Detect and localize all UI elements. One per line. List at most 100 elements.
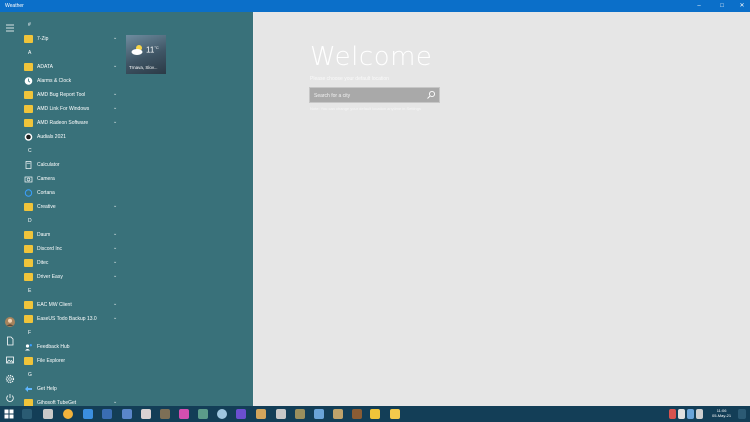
app-icon[interactable]: [160, 409, 170, 419]
file-explorer-icon[interactable]: [370, 409, 380, 419]
app-icon[interactable]: [295, 409, 305, 419]
task-view-icon[interactable]: [22, 409, 32, 419]
group-letter-hash[interactable]: #: [28, 22, 31, 28]
windows-start-icon[interactable]: [4, 409, 14, 419]
calculator-icon: [25, 161, 32, 169]
browser-icon[interactable]: [63, 409, 73, 419]
list-item-amd-radeon-software[interactable]: AMD Radeon Software ⌄: [20, 116, 124, 130]
folder-icon: [24, 105, 33, 113]
chevron-down-icon: ⌄: [113, 259, 118, 265]
window-title: Weather: [5, 3, 24, 9]
app-icon[interactable]: [333, 409, 343, 419]
city-search-box[interactable]: [309, 87, 440, 103]
app-icon[interactable]: [43, 409, 53, 419]
chevron-down-icon: ⌄: [113, 91, 118, 97]
list-item-gihosoft-tubeget[interactable]: Gihosoft TubeGet ⌄: [20, 396, 124, 406]
list-item-easeus-todo-backup[interactable]: EaseUS Todo Backup 13.0 ⌄: [20, 312, 124, 326]
list-item-alarms-clock[interactable]: Alarms & Clock: [20, 74, 124, 88]
chevron-down-icon: ⌄: [113, 301, 118, 307]
weather-live-tile[interactable]: 11°C Trnava, Slov...: [126, 35, 166, 74]
list-item-discord-inc[interactable]: Discord Inc ⌄: [20, 242, 124, 256]
group-letter-e[interactable]: E: [28, 288, 31, 294]
app-icon[interactable]: [390, 409, 400, 419]
list-item-camera[interactable]: Camera: [20, 172, 124, 186]
settings-icon[interactable]: [4, 373, 16, 385]
app-icon[interactable]: [236, 409, 246, 419]
list-item-get-help[interactable]: Get Help: [20, 382, 124, 396]
tray-icon[interactable]: [669, 409, 676, 419]
list-item-calculator[interactable]: Calculator: [20, 158, 124, 172]
alarm-clock-icon: [24, 77, 33, 85]
user-avatar-icon[interactable]: [4, 316, 16, 328]
list-item-label: EAC MW Client: [37, 302, 72, 308]
list-item-daum[interactable]: Daum ⌄: [20, 228, 124, 242]
tray-icon[interactable]: [678, 409, 685, 419]
app-icon[interactable]: [122, 409, 132, 419]
list-item-adata[interactable]: ADATA ⌄: [20, 60, 124, 74]
list-item-feedback-hub[interactable]: Feedback Hub: [20, 340, 124, 354]
folder-icon: [24, 315, 33, 323]
minimize-icon[interactable]: –: [692, 0, 706, 12]
chevron-down-icon: ⌄: [113, 35, 118, 41]
list-item-creative[interactable]: Creative ⌄: [20, 200, 124, 214]
clock-date: 05-May-21: [712, 413, 732, 418]
folder-icon: [24, 399, 33, 406]
folder-icon: [24, 91, 33, 99]
choose-location-text: Please choose your default location: [310, 76, 389, 82]
list-item-cortana[interactable]: Cortana: [20, 186, 124, 200]
camera-icon: [24, 176, 33, 183]
list-item-audials-2021[interactable]: Audials 2021: [20, 130, 124, 144]
list-item-amd-bug-report-tool[interactable]: AMD Bug Report Tool ⌄: [20, 88, 124, 102]
app-icon[interactable]: [83, 409, 93, 419]
chevron-down-icon: ⌄: [113, 399, 118, 405]
list-item-label: Cortana: [37, 190, 55, 196]
chevron-down-icon: ⌄: [113, 119, 118, 125]
app-icon[interactable]: [179, 409, 189, 419]
taskbar: 11:06 05-May-21: [0, 406, 750, 422]
list-item-eac-mw-client[interactable]: EAC MW Client ⌄: [20, 298, 124, 312]
list-item-amd-link[interactable]: AMD Link For Windows ⌄: [20, 102, 124, 116]
group-letter-f[interactable]: F: [28, 330, 31, 336]
start-menu: # 7-Zip ⌄ A ADATA ⌄ Alarms & Clock AMD B…: [0, 12, 253, 406]
documents-icon[interactable]: [4, 335, 16, 347]
folder-icon: [24, 119, 33, 127]
app-icon[interactable]: [141, 409, 151, 419]
notification-icon[interactable]: [738, 409, 746, 419]
taskbar-clock[interactable]: 11:06 05-May-21: [712, 408, 731, 418]
group-letter-g[interactable]: G: [28, 372, 32, 378]
group-letter-c[interactable]: C: [28, 148, 32, 154]
folder-icon: [24, 259, 33, 267]
list-item-label: EaseUS Todo Backup 13.0: [37, 316, 97, 322]
city-search-input[interactable]: [314, 91, 424, 100]
app-icon[interactable]: [276, 409, 286, 419]
app-icon[interactable]: [217, 409, 227, 419]
start-rail: [0, 12, 20, 406]
search-icon[interactable]: [426, 90, 436, 100]
tray-icon[interactable]: [687, 409, 694, 419]
folder-icon: [24, 35, 33, 43]
list-item-file-explorer[interactable]: File Explorer: [20, 354, 124, 368]
chevron-down-icon: ⌄: [113, 105, 118, 111]
group-letter-d[interactable]: D: [28, 218, 32, 224]
tray-icon[interactable]: [696, 409, 703, 419]
chevron-down-icon: ⌄: [113, 273, 118, 279]
power-icon[interactable]: [4, 392, 16, 404]
list-item-label: AMD Bug Report Tool: [37, 92, 86, 98]
app-icon[interactable]: [352, 409, 362, 419]
list-item-7-zip[interactable]: 7-Zip ⌄: [20, 32, 124, 46]
maximize-icon[interactable]: □: [715, 0, 729, 12]
folder-icon: [24, 301, 33, 309]
app-icon[interactable]: [256, 409, 266, 419]
app-icon[interactable]: [102, 409, 112, 419]
hamburger-menu-icon[interactable]: [4, 22, 16, 34]
list-item-driver-easy[interactable]: Driver Easy ⌄: [20, 270, 124, 284]
temperature-unit: °C: [154, 45, 159, 50]
close-icon[interactable]: ✕: [735, 0, 749, 12]
chevron-down-icon: ⌄: [113, 231, 118, 237]
list-item-ditec[interactable]: Ditec ⌄: [20, 256, 124, 270]
pictures-icon[interactable]: [4, 354, 16, 366]
app-icon[interactable]: [314, 409, 324, 419]
group-letter-a[interactable]: A: [28, 50, 31, 56]
app-icon[interactable]: [198, 409, 208, 419]
chevron-down-icon: ⌄: [113, 315, 118, 321]
